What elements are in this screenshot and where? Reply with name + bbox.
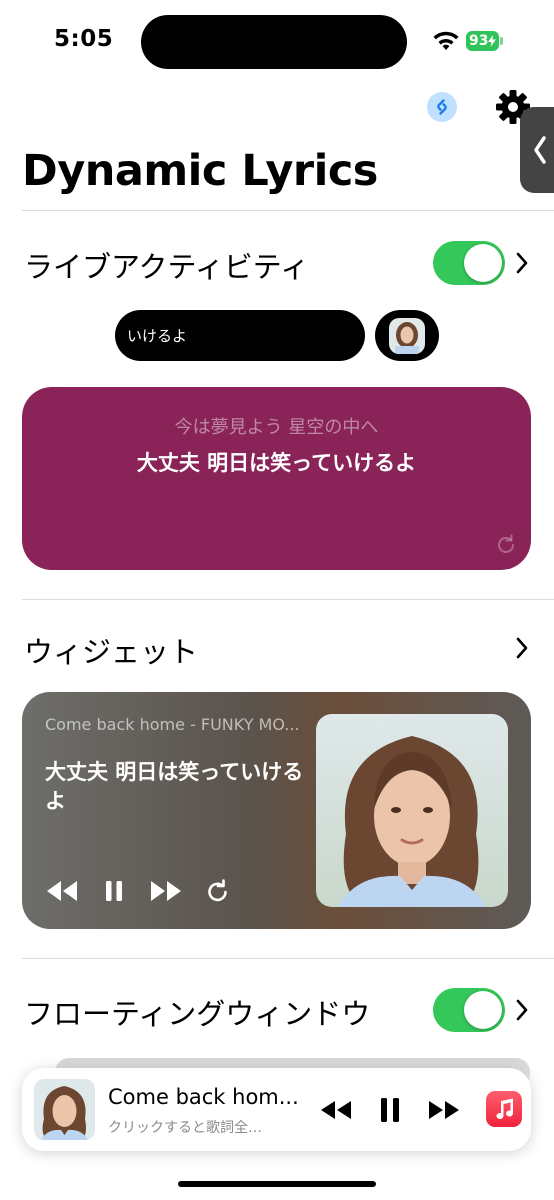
widget-label: ウィジェット (24, 635, 199, 669)
album-art-thumbnail (389, 317, 425, 354)
widget-chevron-right-icon[interactable] (515, 636, 529, 660)
shazam-icon (437, 99, 447, 115)
floating-window-toggle[interactable] (433, 988, 505, 1032)
current-lyric-line: 大丈夫 明日は笑っていけるよ (136, 451, 417, 475)
mini-fast-forward-icon[interactable] (426, 1099, 462, 1121)
chevron-left-icon (534, 136, 546, 164)
mini-player[interactable]: Come back hom... クリックすると歌詞全… (22, 1068, 531, 1151)
island-preview-text: いけるよ (127, 327, 188, 345)
floating-window-chevron-right-icon[interactable] (515, 998, 529, 1022)
live-activity-label: ライブアクティビティ (24, 250, 310, 284)
previous-lyric-line: 今は夢見よう 星空の中へ (174, 417, 379, 438)
battery-level: 93 (469, 33, 489, 49)
battery-tip (500, 37, 503, 45)
divider (22, 958, 554, 959)
island-preview-artwork (375, 310, 439, 361)
home-indicator (178, 1181, 376, 1187)
rewind-icon[interactable] (44, 878, 80, 904)
apple-music-icon[interactable] (486, 1091, 522, 1127)
widget-song-subtitle: Come back home - FUNKY MO... (45, 715, 300, 734)
shazam-button[interactable] (427, 92, 457, 122)
live-activity-toggle[interactable] (433, 241, 505, 285)
widget-lyric: 大丈夫 明日は笑っていけるよ (45, 760, 304, 813)
widget-album-art (316, 714, 508, 907)
side-panel-handle[interactable] (520, 107, 554, 193)
wifi-icon (433, 31, 459, 50)
mini-player-subtitle: クリックすると歌詞全… (108, 1120, 262, 1136)
fast-forward-icon[interactable] (148, 878, 184, 904)
battery-indicator: 93 (466, 31, 499, 51)
mini-rewind-icon[interactable] (318, 1099, 354, 1121)
repeat-icon[interactable] (206, 878, 230, 904)
charging-bolt-icon (488, 35, 497, 47)
mini-player-album-art (34, 1079, 95, 1140)
page-title: Dynamic Lyrics (22, 146, 378, 196)
repeat-icon[interactable] (495, 534, 517, 556)
pause-icon[interactable] (104, 878, 124, 904)
widget-preview[interactable]: Come back home - FUNKY MO... 大丈夫 明日は笑ってい… (22, 692, 531, 929)
island-preview-pill: いけるよ (115, 310, 365, 361)
status-time: 5:05 (54, 26, 114, 52)
mini-player-title: Come back hom... (108, 1085, 299, 1109)
live-activity-lyrics-card[interactable]: 今は夢見よう 星空の中へ 大丈夫 明日は笑っていけるよ (22, 387, 531, 570)
floating-window-label: フローティングウィンドウ (24, 997, 371, 1031)
mini-pause-icon[interactable] (379, 1096, 401, 1124)
divider (22, 210, 554, 211)
dynamic-island-notch (141, 15, 407, 69)
divider (22, 599, 554, 600)
live-activity-chevron-right-icon[interactable] (515, 251, 529, 275)
